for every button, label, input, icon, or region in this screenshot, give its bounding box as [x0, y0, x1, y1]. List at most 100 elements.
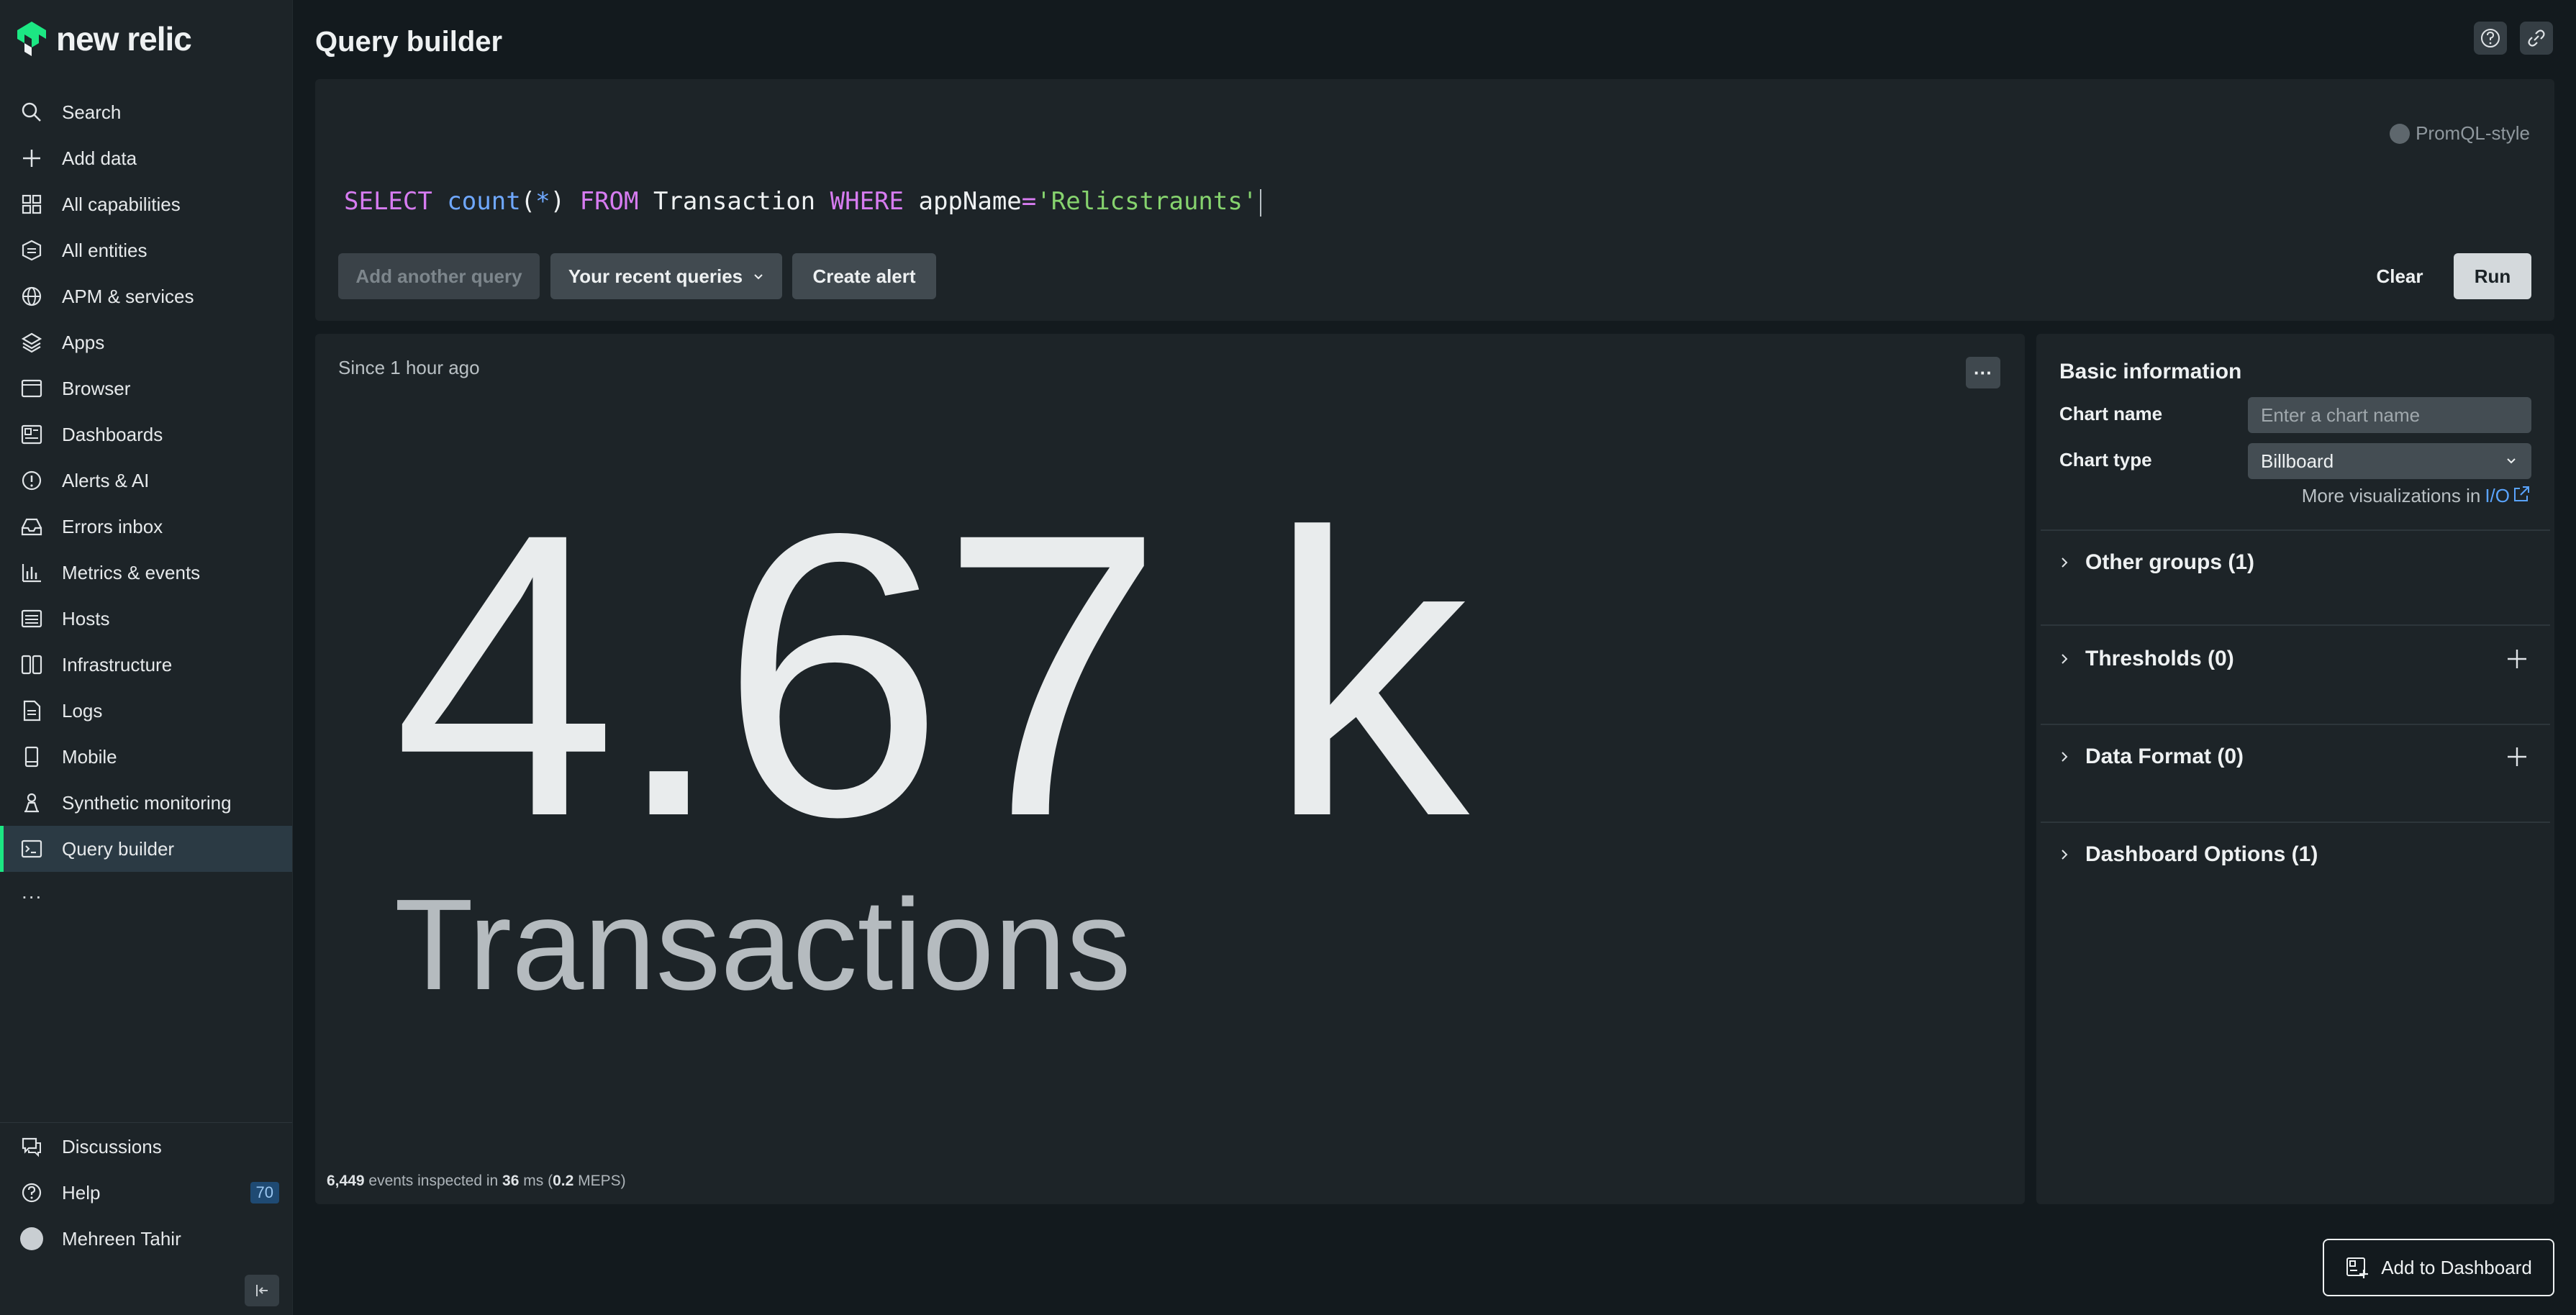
recent-queries-dropdown[interactable]: Your recent queries — [550, 253, 782, 299]
sidebar-item-errors-inbox[interactable]: Errors inbox — [0, 504, 292, 550]
more-visualizations-text: More visualizations in — [2301, 485, 2481, 506]
recent-queries-label: Your recent queries — [568, 265, 743, 287]
add-to-dashboard-button[interactable]: Add to Dashboard — [2323, 1239, 2554, 1296]
meps-unit: MEPS) — [578, 1173, 626, 1189]
query-token: appName — [918, 187, 1022, 216]
discussions-icon — [22, 1137, 41, 1157]
promql-icon — [2390, 123, 2411, 144]
sidebar-item-label: Alerts & AI — [62, 469, 150, 491]
query-token: = — [1021, 187, 1037, 216]
more-visualizations: More visualizations in I/O — [2302, 485, 2531, 507]
clear-button[interactable]: Clear — [2360, 253, 2439, 299]
nrql-query-input[interactable]: SELECT count(*) FROM Transaction WHERE a… — [344, 187, 1262, 217]
sidebar-item-logs[interactable]: Logs — [0, 688, 292, 734]
events-count: 6,449 — [327, 1173, 365, 1189]
sidebar-item-label: Help — [62, 1181, 101, 1203]
sidebar-item-all-entities[interactable]: All entities — [0, 227, 292, 273]
hosts-icon — [21, 609, 42, 628]
chevron-right-icon — [2062, 752, 2068, 762]
add-to-dashboard-label: Add to Dashboard — [2381, 1256, 2532, 1278]
logs-icon — [23, 700, 41, 722]
query-stats: 6,449 events inspected in 36 ms (0.2 MEP… — [327, 1173, 626, 1190]
run-button[interactable]: Run — [2454, 253, 2531, 299]
bar-chart-icon — [22, 564, 41, 583]
chart-name-label: Chart name — [2059, 403, 2163, 424]
sidebar-item-apm-services[interactable]: APM & services — [0, 273, 292, 319]
sidebar-item-help[interactable]: Help — [0, 1170, 292, 1216]
help-button[interactable] — [2474, 22, 2507, 55]
sidebar-item-label: Query builder — [62, 837, 175, 860]
sidebar-item-label: Mobile — [62, 745, 117, 768]
sidebar-item-user[interactable]: Mehreen Tahir — [0, 1216, 292, 1262]
data-format-section[interactable]: Data Format (0) — [2058, 742, 2244, 771]
promql-style-toggle[interactable]: PromQL-style — [2390, 122, 2530, 145]
sidebar-item-infrastructure[interactable]: Infrastructure — [0, 642, 292, 688]
chart-type-select[interactable]: Billboard — [2248, 443, 2531, 479]
query-token: count — [447, 187, 521, 216]
chevron-down-icon — [2507, 458, 2516, 464]
avatar[interactable] — [20, 1227, 43, 1250]
duration-unit: ms ( — [523, 1173, 553, 1189]
query-token: ( — [520, 187, 536, 216]
sidebar-item-label: Search — [62, 101, 122, 123]
query-token: Transaction — [653, 187, 816, 216]
section-label: Other groups (1) — [2085, 550, 2255, 574]
io-link[interactable]: I/O — [2485, 485, 2510, 507]
chart-settings-panel: Basic information Chart name Enter a cha… — [2036, 334, 2554, 1204]
sidebar-item-discussions[interactable]: Discussions — [0, 1124, 292, 1170]
section-divider — [2041, 724, 2550, 725]
basic-information-title: Basic information — [2059, 360, 2242, 383]
sidebar-item-synthetic-monitoring[interactable]: Synthetic monitoring — [0, 780, 292, 826]
add-dashboard-icon — [2346, 1257, 2369, 1278]
promql-label: PromQL-style — [2416, 122, 2530, 144]
add-data-format-icon[interactable] — [2505, 745, 2529, 768]
sidebar-item-add-data[interactable]: Add data — [0, 135, 292, 181]
sidebar-item-browser[interactable]: Browser — [0, 365, 292, 411]
sidebar-divider — [0, 1122, 292, 1123]
copy-link-button[interactable] — [2520, 22, 2553, 55]
query-token: * — [535, 187, 550, 216]
other-groups-section[interactable]: Other groups (1) — [2058, 548, 2254, 577]
sidebar-item-mobile[interactable]: Mobile — [0, 734, 292, 780]
sidebar-item-query-builder[interactable]: Query builder — [0, 826, 292, 872]
new-relic-logo[interactable]: new relic — [14, 19, 192, 59]
billboard-value: 4.67 k — [393, 450, 1469, 900]
sidebar-item-label: Metrics & events — [62, 561, 201, 583]
sidebar-item-hosts[interactable]: Hosts — [0, 596, 292, 642]
section-divider — [2041, 624, 2550, 626]
sidebar-item-apps[interactable]: Apps — [0, 319, 292, 365]
query-token: ) — [550, 187, 566, 216]
sidebar-item-all-capabilities[interactable]: All capabilities — [0, 181, 292, 227]
sidebar-item-label: All entities — [62, 239, 148, 261]
dashboard-options-section[interactable]: Dashboard Options (1) — [2058, 840, 2318, 869]
collapse-sidebar-button[interactable] — [245, 1275, 279, 1306]
new-relic-logo-icon — [17, 22, 46, 56]
thresholds-section[interactable]: Thresholds (0) — [2058, 645, 2234, 673]
infrastructure-icon — [21, 655, 42, 675]
chevron-down-icon — [754, 274, 763, 280]
add-threshold-icon[interactable] — [2505, 647, 2529, 670]
external-link-icon[interactable] — [2511, 484, 2531, 504]
sidebar-item-metrics-events[interactable]: Metrics & events — [0, 550, 292, 596]
section-label: Dashboard Options (1) — [2085, 842, 2318, 866]
sidebar: new relic Search Add data All capabiliti… — [0, 0, 293, 1315]
section-divider — [2041, 822, 2550, 823]
query-token: 'Relicstraunts' — [1036, 187, 1258, 216]
add-another-query-button[interactable]: Add another query — [338, 253, 540, 299]
sidebar-item-dashboards[interactable]: Dashboards — [0, 411, 292, 458]
chart-menu-button[interactable]: ··· — [1966, 357, 2000, 388]
more-items-button[interactable]: ... — [22, 881, 42, 904]
user-name: Mehreen Tahir — [62, 1227, 181, 1250]
query-token: FROM — [579, 187, 639, 216]
collapse-icon — [256, 1285, 268, 1296]
chevron-right-icon — [2062, 654, 2068, 664]
sidebar-item-search[interactable]: Search — [0, 89, 292, 135]
chart-type-label: Chart type — [2059, 449, 2152, 470]
sidebar-item-alerts-ai[interactable]: Alerts & AI — [0, 458, 292, 504]
sidebar-item-label: Hosts — [62, 607, 110, 629]
sidebar-item-label: Add data — [62, 147, 137, 169]
sidebar-item-label: Errors inbox — [62, 515, 163, 537]
page-title: Query builder — [315, 26, 503, 58]
create-alert-button[interactable]: Create alert — [792, 253, 936, 299]
chart-name-input[interactable]: Enter a chart name — [2248, 397, 2531, 433]
